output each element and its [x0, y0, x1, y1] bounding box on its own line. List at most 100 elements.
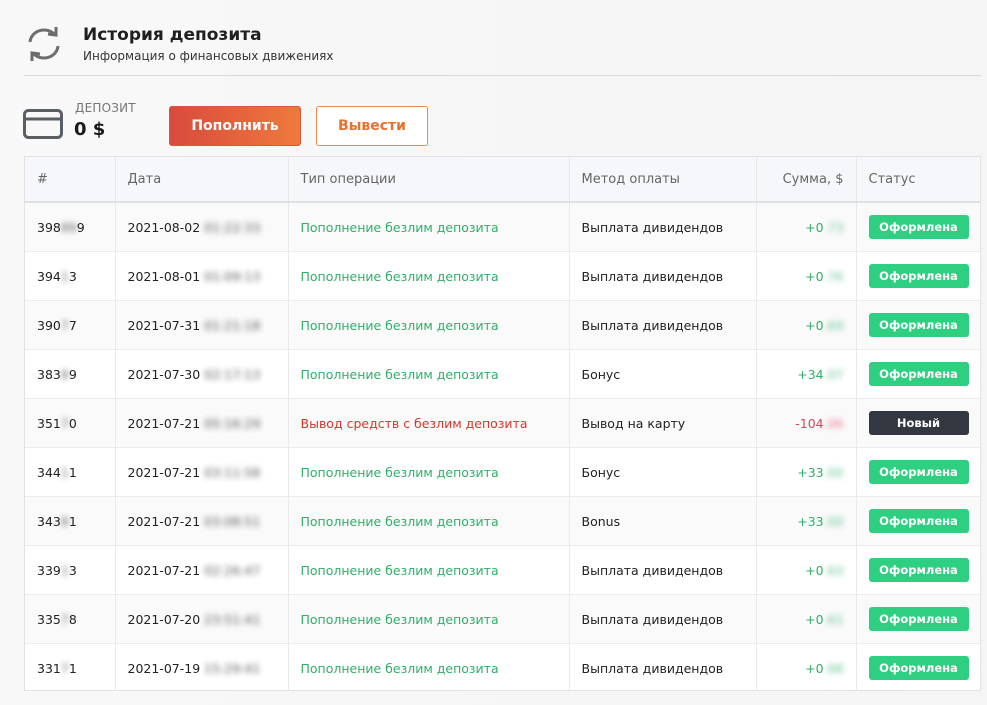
- date-text: 2021-08-02: [127, 219, 201, 235]
- amount-visible: +0: [805, 219, 824, 235]
- cell-id: 34381: [25, 496, 116, 546]
- cell-method: Bonus: [569, 496, 757, 546]
- amount-visible: +34: [797, 366, 824, 382]
- column-header-amount[interactable]: Сумма, $: [756, 157, 857, 203]
- date-text: 2021-07-21: [127, 513, 201, 529]
- date-text: 2021-07-31: [127, 317, 201, 333]
- id-visible: 331: [37, 660, 61, 676]
- amount-visible: -104: [795, 415, 824, 431]
- cell-id: 33578: [25, 594, 116, 644]
- cell-status: Оформлена: [856, 447, 980, 497]
- status-badge: Оформлена: [868, 558, 969, 582]
- status-badge: Новый: [868, 411, 969, 435]
- cell-id: 39413: [25, 251, 116, 301]
- status-badge: Оформлена: [868, 607, 969, 631]
- cell-date: 2021-07-19 15:29:41: [115, 643, 289, 690]
- cell-method: Выплата дивидендов: [569, 202, 757, 252]
- cell-status: Оформлена: [856, 202, 980, 252]
- column-header-date[interactable]: Дата: [115, 157, 289, 203]
- topup-button[interactable]: Пополнить: [169, 106, 301, 146]
- cell-amount: +0.76: [756, 251, 857, 301]
- table-row[interactable]: 35170 2021-07-21 05:16:29 Вывод средств с …: [25, 398, 980, 448]
- id-hidden: 1: [60, 562, 69, 578]
- cell-id: 35170: [25, 398, 116, 448]
- table-row[interactable]: 34411 2021-07-21 03:11:58 Пополнение безли…: [25, 447, 980, 497]
- amount-hidden: .61: [823, 611, 844, 627]
- id-suffix: 9: [68, 366, 77, 382]
- cell-amount: +0.61: [756, 594, 857, 644]
- time-hidden: 03:11:58: [204, 464, 261, 480]
- cell-date: 2021-07-21 02:26:47: [115, 545, 289, 595]
- id-suffix: 1: [68, 464, 77, 480]
- date-text: 2021-07-30: [127, 366, 201, 382]
- time-hidden: 02:17:13: [204, 366, 261, 382]
- cell-type: Пополнение безлим депозита: [288, 447, 570, 497]
- cell-method: Выплата дивидендов: [569, 251, 757, 301]
- cell-method: Выплата дивидендов: [569, 300, 757, 350]
- cell-amount: +33.00: [756, 447, 857, 497]
- id-visible: 383: [37, 366, 61, 382]
- cell-status: Оформлена: [856, 300, 980, 350]
- date-text: 2021-07-19: [127, 660, 201, 676]
- table-row[interactable]: 398899 2021-08-02 01:22:33 Пополнение безл…: [25, 202, 980, 252]
- time-hidden: 01:22:33: [204, 219, 261, 235]
- cell-amount: +0.73: [756, 202, 857, 252]
- id-hidden: 1: [60, 464, 69, 480]
- cell-id: 39077: [25, 300, 116, 350]
- column-header-type[interactable]: Тип операции: [288, 157, 570, 203]
- cell-method: Выплата дивидендов: [569, 643, 757, 690]
- cell-type: Вывод средств с безлим депозита: [288, 398, 570, 448]
- column-header-method[interactable]: Метод оплаты: [569, 157, 757, 203]
- time-hidden: 23:51:41: [204, 611, 261, 627]
- date-text: 2021-07-21: [127, 415, 201, 431]
- table-row[interactable]: 33578 2021-07-20 23:51:41 Пополнение безли…: [25, 594, 980, 644]
- id-hidden: 89: [60, 219, 77, 235]
- cell-date: 2021-07-21 03:11:58: [115, 447, 289, 497]
- table-row[interactable]: 33171 2021-07-19 15:29:41 Пополнение безли…: [25, 643, 980, 690]
- id-suffix: 8: [68, 611, 77, 627]
- table-row[interactable]: 39077 2021-07-31 01:21:18 Пополнение безли…: [25, 300, 980, 350]
- id-suffix: 1: [68, 660, 77, 676]
- id-suffix: 3: [68, 268, 77, 284]
- time-hidden: 05:16:29: [204, 415, 261, 431]
- amount-hidden: .76: [823, 268, 844, 284]
- cell-type: Пополнение безлим депозита: [288, 643, 570, 690]
- date-text: 2021-07-21: [127, 464, 201, 480]
- refresh-icon: [28, 27, 60, 61]
- withdraw-button[interactable]: Вывести: [316, 106, 428, 146]
- id-hidden: 8: [60, 513, 69, 529]
- amount-hidden: .68: [823, 660, 844, 676]
- date-text: 2021-07-20: [127, 611, 201, 627]
- table-row[interactable]: 38389 2021-07-30 02:17:13 Пополнение безли…: [25, 349, 980, 399]
- page: История депозита Информация о финансовых…: [0, 0, 987, 705]
- cell-type: Пополнение безлим депозита: [288, 251, 570, 301]
- id-visible: 335: [37, 611, 61, 627]
- header-divider: [24, 75, 981, 76]
- time-hidden: 01:21:18: [204, 317, 261, 333]
- id-hidden: 7: [60, 317, 69, 333]
- column-header-status[interactable]: Статус: [856, 157, 980, 203]
- status-badge: Оформлена: [868, 656, 969, 680]
- amount-hidden: .00: [823, 464, 844, 480]
- status-badge: Оформлена: [868, 362, 969, 386]
- table-row[interactable]: 33913 2021-07-21 02:26:47 Пополнение безли…: [25, 545, 980, 595]
- credit-card-icon: [23, 109, 63, 139]
- table-row[interactable]: 39413 2021-08-01 01:09:13 Пополнение безли…: [25, 251, 980, 301]
- amount-hidden: .06: [823, 415, 844, 431]
- amount-hidden: .73: [823, 219, 844, 235]
- cell-id: 398899: [25, 202, 116, 252]
- status-badge: Оформлена: [868, 509, 969, 533]
- amount-visible: +0: [805, 611, 824, 627]
- id-visible: 390: [37, 317, 61, 333]
- cell-status: Оформлена: [856, 496, 980, 546]
- id-visible: 344: [37, 464, 61, 480]
- column-header-id[interactable]: #: [25, 157, 116, 203]
- page-header: История депозита Информация о финансовых…: [24, 22, 979, 74]
- id-hidden: 1: [60, 268, 69, 284]
- cell-amount: -104.06: [756, 398, 857, 448]
- deposit-label: ДЕПОЗИТ: [75, 101, 136, 115]
- table-row[interactable]: 34381 2021-07-21 03:08:51 Пополнение безли…: [25, 496, 980, 546]
- cell-status: Оформлена: [856, 594, 980, 644]
- cell-amount: +33.00: [756, 496, 857, 546]
- cell-amount: +0.69: [756, 300, 857, 350]
